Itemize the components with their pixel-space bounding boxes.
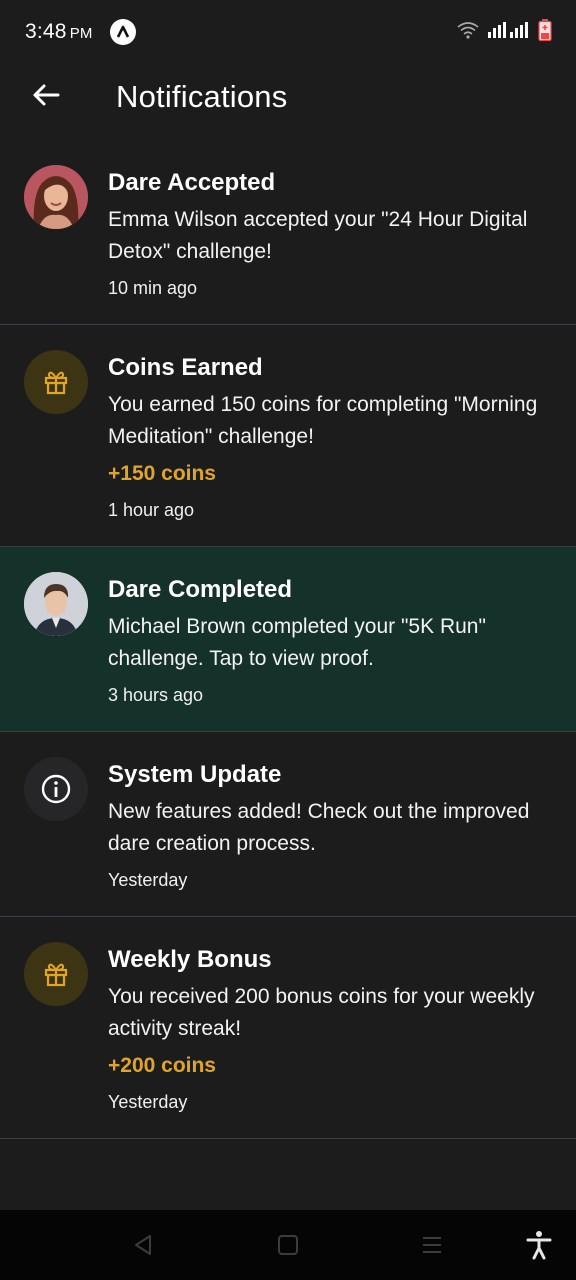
avatar bbox=[24, 572, 88, 636]
notification-message: Michael Brown completed your "5K Run" ch… bbox=[108, 615, 486, 670]
notification-time: 3 hours ago bbox=[108, 685, 204, 705]
nav-home-icon[interactable] bbox=[273, 1230, 303, 1260]
notification-title: Weekly Bonus bbox=[108, 946, 272, 973]
nav-back-icon[interactable] bbox=[128, 1230, 158, 1260]
notification-list: Dare Accepted Emma Wilson accepted your … bbox=[0, 140, 576, 1139]
notification-content: System Update New features added! Check … bbox=[108, 757, 556, 892]
notifications-screen: 3:48 PM Notifications Dare Accepted Emma… bbox=[0, 0, 576, 1280]
notification-message: New features added! Check out the improv… bbox=[108, 800, 530, 855]
arrow-logo-icon bbox=[109, 19, 136, 45]
notification-title: System Update bbox=[108, 761, 282, 788]
accessibility-icon[interactable] bbox=[524, 1230, 554, 1260]
gift-icon bbox=[24, 942, 88, 1006]
notification-message: You received 200 bonus coins for your we… bbox=[108, 985, 535, 1040]
notification-item-unread[interactable]: Dare Completed Michael Brown completed y… bbox=[0, 547, 576, 732]
notification-title: Dare Accepted bbox=[108, 169, 276, 196]
battery-icon bbox=[538, 18, 552, 46]
notification-content: Dare Accepted Emma Wilson accepted your … bbox=[108, 165, 556, 300]
notification-time: Yesterday bbox=[108, 870, 188, 890]
status-time: 3:48 PM bbox=[25, 20, 93, 43]
notification-item[interactable]: Dare Accepted Emma Wilson accepted your … bbox=[0, 140, 576, 325]
notification-time: 10 min ago bbox=[108, 278, 198, 298]
gift-icon bbox=[24, 350, 88, 414]
notification-content: Coins Earned You earned 150 coins for co… bbox=[108, 350, 556, 522]
signal-bars-icon bbox=[488, 21, 530, 44]
status-bar: 3:48 PM bbox=[0, 0, 576, 64]
status-icons bbox=[456, 18, 552, 46]
coin-amount: +150 coins bbox=[108, 462, 216, 485]
avatar bbox=[24, 165, 88, 229]
notification-title: Dare Completed bbox=[108, 576, 293, 603]
notification-item[interactable]: Weekly Bonus You received 200 bonus coin… bbox=[0, 917, 576, 1139]
notification-content: Dare Completed Michael Brown completed y… bbox=[108, 572, 556, 707]
notification-time: Yesterday bbox=[108, 1092, 188, 1112]
notification-title: Coins Earned bbox=[108, 354, 263, 381]
arrow-left-icon bbox=[32, 83, 60, 112]
notification-message: You earned 150 coins for completing "Mor… bbox=[108, 393, 538, 448]
notification-message: Emma Wilson accepted your "24 Hour Digit… bbox=[108, 208, 528, 263]
notification-time: 1 hour ago bbox=[108, 500, 195, 520]
back-button[interactable] bbox=[22, 73, 70, 121]
info-icon bbox=[24, 757, 88, 821]
page-title: Notifications bbox=[116, 79, 288, 114]
nav-menu-icon[interactable] bbox=[417, 1230, 447, 1260]
notification-content: Weekly Bonus You received 200 bonus coin… bbox=[108, 942, 556, 1114]
notification-item[interactable]: Coins Earned You earned 150 coins for co… bbox=[0, 325, 576, 547]
system-nav-bar bbox=[0, 1210, 576, 1280]
app-header: Notifications bbox=[0, 64, 576, 130]
coin-amount: +200 coins bbox=[108, 1054, 216, 1077]
wifi-icon bbox=[456, 21, 480, 44]
notification-item[interactable]: System Update New features added! Check … bbox=[0, 732, 576, 917]
